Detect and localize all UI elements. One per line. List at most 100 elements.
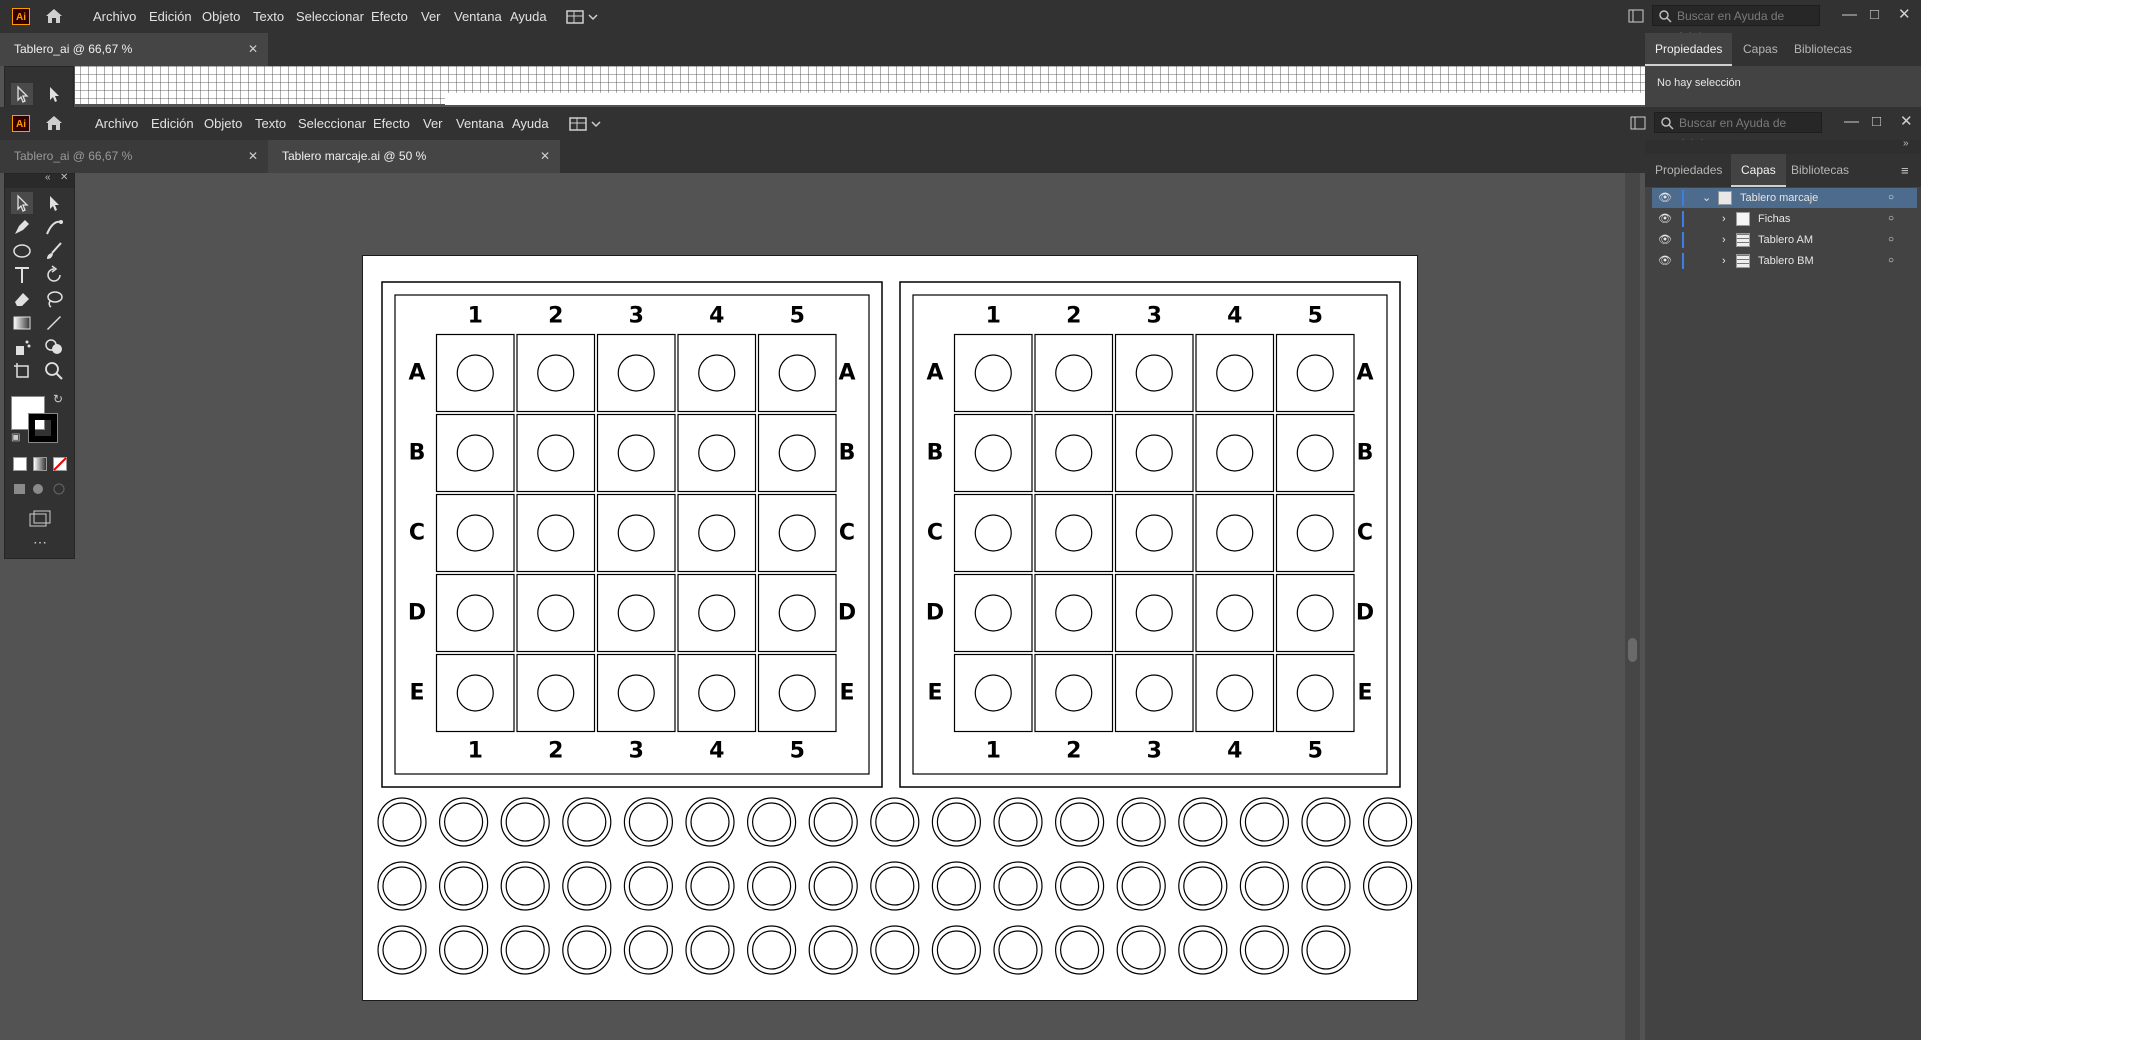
expand-chevron-icon[interactable]: › [1722,230,1726,250]
gradient-mode-icon[interactable] [33,457,47,471]
panel-dock-header[interactable]: » [1645,138,1921,154]
help-search-input[interactable]: Buscar en Ayuda de Adobe [1652,5,1820,44]
visibility-eye-icon[interactable]: 👁 [1658,251,1672,271]
curvature-tool-icon[interactable] [43,216,65,238]
home-icon[interactable] [44,6,64,26]
menu-ayuda[interactable]: Ayuda [512,107,549,140]
eyedropper-tool-icon[interactable] [43,312,65,334]
back-document-tab[interactable]: Tablero_ai @ 66,67 % (CMYK/Previsualizar… [0,33,268,89]
draw-mode-icons[interactable] [13,482,69,496]
color-mode-icon[interactable] [13,457,27,471]
direct-selection-tool-icon[interactable] [43,192,65,214]
minimize-button[interactable]: — [1842,0,1857,33]
close-window-button[interactable]: ✕ [1898,0,1911,33]
artboard[interactable]: 1 1 2 2 3 3 4 4 5 5 A A B B C C D D E E 1 1 2 2 3 3 4 4 5 5 A A B B C C D D E E [362,255,1418,1001]
eraser-tool-icon[interactable] [11,288,33,310]
expand-chevron-icon[interactable]: › [1722,251,1726,271]
none-mode-icon[interactable] [53,457,67,471]
rotate-tool-icon[interactable] [43,264,65,286]
close-window-button[interactable]: ✕ [1900,107,1913,140]
toolbox-header[interactable]: « ✕ [5,172,74,188]
menu-objeto[interactable]: Objeto [204,107,242,140]
document-tab-tablero[interactable]: Tablero_ai @ 66,67 % (CMYK/Previsualizar… [0,140,268,196]
visibility-eye-icon[interactable]: 👁 [1658,230,1672,250]
menu-archivo[interactable]: Archivo [95,107,138,140]
help-search-input[interactable]: Buscar en Ayuda de Adobe [1654,112,1822,151]
panel-toggle-icon[interactable] [1628,9,1644,23]
layer-name[interactable]: Tablero AM [1758,230,1813,250]
layer-row-tablero-marcaje[interactable]: 👁 ⌄ Tablero marcaje ○ [1652,188,1917,208]
menu-ver[interactable]: Ver [423,107,443,140]
menu-efecto[interactable]: Efecto [373,107,410,140]
shape-builder-tool-icon[interactable] [43,336,65,358]
home-icon[interactable] [44,113,64,133]
close-tab-icon[interactable]: ✕ [248,33,258,66]
type-tool-icon[interactable] [11,264,33,286]
expand-chevron-icon[interactable]: ⌄ [1702,188,1711,208]
panel-tab-propiedades[interactable]: Propiedades [1645,154,1732,187]
target-circle-icon[interactable]: ○ [1888,188,1894,208]
layer-row-tablero-bm[interactable]: 👁 › Tablero BM ○ [1652,251,1917,271]
menu-edicion[interactable]: Edición [151,107,194,140]
document-tab-tablero-marcaje[interactable]: Tablero marcaje.ai @ 50 % (CMYK/Previsua… [268,140,560,196]
paintbrush-tool-icon[interactable] [43,240,65,262]
pen-tool-icon[interactable] [11,216,33,238]
workspace-switcher-icon[interactable] [565,8,599,26]
maximize-button[interactable]: □ [1872,107,1881,140]
default-colors-icon[interactable]: ▣ [11,432,20,443]
canvas-area[interactable]: 1 1 2 2 3 3 4 4 5 5 A A B B C C D D E E 1 1 2 2 3 3 4 4 5 5 A A B B C C D D E E… [0,172,1640,1040]
direct-selection-tool-icon[interactable] [43,83,65,105]
screen-mode-icon[interactable] [29,510,51,528]
maximize-button[interactable]: □ [1870,0,1879,33]
panel-menu-icon[interactable]: ≡ [1901,154,1909,187]
layer-name[interactable]: Fichas [1758,209,1790,229]
panel-tab-bibliotecas[interactable]: Bibliotecas [1781,154,1859,187]
layer-row-fichas[interactable]: 👁 › Fichas ○ [1652,209,1917,229]
layer-name[interactable]: Tablero BM [1758,251,1814,271]
menu-seleccionar[interactable]: Seleccionar [298,107,366,140]
menu-ver[interactable]: Ver [421,0,441,33]
collapse-icon[interactable]: « [45,172,51,183]
menu-ventana[interactable]: Ventana [454,0,502,33]
menu-ayuda[interactable]: Ayuda [510,0,547,33]
selection-tool-icon[interactable] [11,83,33,105]
expand-chevron-icon[interactable]: › [1722,209,1726,229]
visibility-eye-icon[interactable]: 👁 [1658,209,1672,229]
menu-objeto[interactable]: Objeto [202,0,240,33]
menu-texto[interactable]: Texto [253,0,284,33]
target-circle-icon[interactable]: ○ [1888,251,1894,271]
minimize-button[interactable]: — [1844,107,1859,140]
target-circle-icon[interactable]: ○ [1888,230,1894,250]
visibility-eye-icon[interactable]: 👁 [1658,188,1672,208]
artboard-tool-icon[interactable] [11,360,33,382]
layer-row-tablero-am[interactable]: 👁 › Tablero AM ○ [1652,230,1917,250]
selection-tool-icon[interactable] [11,192,33,214]
close-toolbox-icon[interactable]: ✕ [60,172,68,183]
menu-archivo[interactable]: Archivo [93,0,136,33]
back-panel-tab-capas[interactable]: Capas [1733,33,1788,66]
panel-toggle-icon[interactable] [1630,116,1646,130]
ellipse-tool-icon[interactable] [11,240,33,262]
symbol-sprayer-tool-icon[interactable] [11,336,33,358]
zoom-tool-icon[interactable] [43,360,65,382]
collapse-panel-icon[interactable]: » [1903,138,1909,149]
workspace-switcher-icon[interactable] [568,115,602,133]
menu-seleccionar[interactable]: Seleccionar [296,0,364,33]
close-tab-icon[interactable]: ✕ [248,140,258,173]
layer-name[interactable]: Tablero marcaje [1740,188,1818,208]
swap-fill-stroke-icon[interactable]: ↻ [53,392,63,406]
menu-texto[interactable]: Texto [255,107,286,140]
target-circle-icon[interactable]: ○ [1888,209,1894,229]
panel-tab-capas[interactable]: Capas [1731,154,1786,187]
gradient-tool-icon[interactable] [11,312,33,334]
vertical-scrollbar[interactable] [1625,173,1640,1040]
lasso-tool-icon[interactable] [43,288,65,310]
more-tools-icon[interactable]: ⋯ [33,534,47,551]
scroll-thumb[interactable] [1628,638,1637,662]
back-panel-tab-propiedades[interactable]: Propiedades [1645,33,1733,66]
close-tab-icon[interactable]: ✕ [540,140,550,173]
stroke-swatch[interactable] [28,413,58,443]
menu-efecto[interactable]: Efecto [371,0,408,33]
back-panel-tab-bibliotecas[interactable]: Bibliotecas [1784,33,1862,66]
menu-edicion[interactable]: Edición [149,0,192,33]
